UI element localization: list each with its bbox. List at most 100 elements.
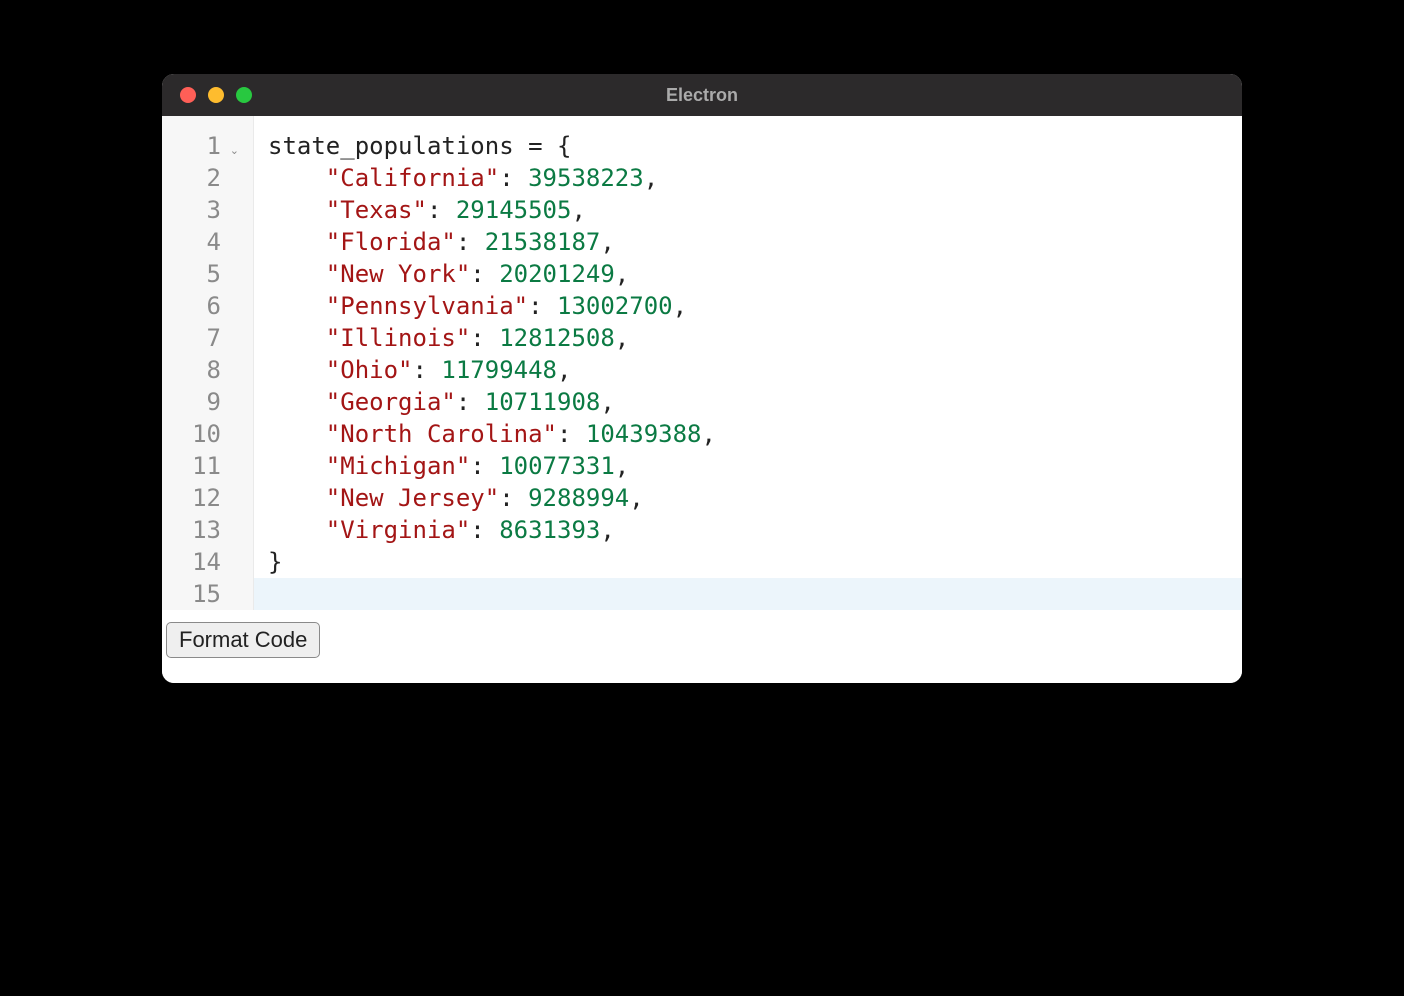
code-colon: : xyxy=(413,356,442,384)
line-number-row: 1⌄ xyxy=(162,130,253,162)
code-string: "Virginia" xyxy=(326,516,471,544)
line-number: 10 xyxy=(192,420,221,448)
code-number: 20201249 xyxy=(499,260,615,288)
editor-gutter: 1⌄23456789101112131415 xyxy=(162,116,254,610)
code-line[interactable]: "New York": 20201249, xyxy=(268,258,1242,290)
maximize-window-button[interactable] xyxy=(236,87,252,103)
code-line[interactable]: "North Carolina": 10439388, xyxy=(268,418,1242,450)
format-code-button[interactable]: Format Code xyxy=(166,622,320,658)
code-comma: , xyxy=(615,260,629,288)
code-number: 9288994 xyxy=(528,484,629,512)
code-line[interactable]: "Virginia": 8631393, xyxy=(268,514,1242,546)
code-line[interactable]: "California": 39538223, xyxy=(268,162,1242,194)
line-number-row: 3 xyxy=(162,194,253,226)
code-line[interactable]: "Florida": 21538187, xyxy=(268,226,1242,258)
line-number: 3 xyxy=(207,196,221,224)
code-brace: { xyxy=(557,132,571,160)
line-number: 11 xyxy=(192,452,221,480)
line-number: 4 xyxy=(207,228,221,256)
code-identifier: state_populations xyxy=(268,132,514,160)
code-colon: : xyxy=(499,164,528,192)
code-operator: = xyxy=(514,132,557,160)
code-line[interactable]: "Ohio": 11799448, xyxy=(268,354,1242,386)
window-content: 1⌄23456789101112131415 state_populations… xyxy=(162,116,1242,683)
code-line[interactable]: "Michigan": 10077331, xyxy=(268,450,1242,482)
code-brace: } xyxy=(268,548,282,576)
line-number-row: 11 xyxy=(162,450,253,482)
line-number-row: 8 xyxy=(162,354,253,386)
line-number-row: 9 xyxy=(162,386,253,418)
line-number-row: 2 xyxy=(162,162,253,194)
line-number-row: 13 xyxy=(162,514,253,546)
code-line[interactable]: "Pennsylvania": 13002700, xyxy=(268,290,1242,322)
code-comma: , xyxy=(600,516,614,544)
line-number: 7 xyxy=(207,324,221,352)
code-string: "California" xyxy=(326,164,499,192)
code-string: "Georgia" xyxy=(326,388,456,416)
code-line[interactable]: "Illinois": 12812508, xyxy=(268,322,1242,354)
code-colon: : xyxy=(456,388,485,416)
line-number: 1 xyxy=(207,132,221,160)
code-string: "New Jersey" xyxy=(326,484,499,512)
code-comma: , xyxy=(615,324,629,352)
line-number: 12 xyxy=(192,484,221,512)
code-colon: : xyxy=(456,228,485,256)
line-number: 14 xyxy=(192,548,221,576)
line-number: 8 xyxy=(207,356,221,384)
window-title: Electron xyxy=(666,85,738,106)
code-number: 11799448 xyxy=(441,356,557,384)
code-line[interactable]: "New Jersey": 9288994, xyxy=(268,482,1242,514)
window-titlebar[interactable]: Electron xyxy=(162,74,1242,116)
code-string: "Pennsylvania" xyxy=(326,292,528,320)
code-number: 29145505 xyxy=(456,196,572,224)
traffic-lights xyxy=(180,87,252,103)
code-comma: , xyxy=(644,164,658,192)
code-line[interactable]: "Georgia": 10711908, xyxy=(268,386,1242,418)
code-comma: , xyxy=(701,420,715,448)
line-number-row: 7 xyxy=(162,322,253,354)
code-comma: , xyxy=(600,388,614,416)
app-window: Electron 1⌄23456789101112131415 state_po… xyxy=(162,74,1242,683)
line-number-row: 4 xyxy=(162,226,253,258)
fold-arrow-icon[interactable]: ⌄ xyxy=(230,144,239,157)
line-number-row: 15 xyxy=(162,578,253,610)
code-comma: , xyxy=(629,484,643,512)
line-number-row: 5 xyxy=(162,258,253,290)
code-line[interactable]: state_populations = { xyxy=(268,130,1242,162)
code-number: 10439388 xyxy=(586,420,702,448)
code-comma: , xyxy=(600,228,614,256)
line-number-row: 12 xyxy=(162,482,253,514)
code-colon: : xyxy=(557,420,586,448)
code-number: 10077331 xyxy=(499,452,615,480)
code-string: "Illinois" xyxy=(326,324,471,352)
line-number: 2 xyxy=(207,164,221,192)
minimize-window-button[interactable] xyxy=(208,87,224,103)
line-number: 6 xyxy=(207,292,221,320)
code-number: 10711908 xyxy=(485,388,601,416)
line-number-row: 10 xyxy=(162,418,253,450)
code-colon: : xyxy=(499,484,528,512)
code-line[interactable]: } xyxy=(268,546,1242,578)
code-comma: , xyxy=(571,196,585,224)
code-string: "North Carolina" xyxy=(326,420,557,448)
code-comma: , xyxy=(557,356,571,384)
close-window-button[interactable] xyxy=(180,87,196,103)
line-number: 15 xyxy=(192,580,221,608)
code-editor[interactable]: 1⌄23456789101112131415 state_populations… xyxy=(162,116,1242,610)
code-string: "Ohio" xyxy=(326,356,413,384)
editor-code-area[interactable]: state_populations = { "California": 3953… xyxy=(254,116,1242,610)
code-line[interactable]: "Texas": 29145505, xyxy=(268,194,1242,226)
code-number: 39538223 xyxy=(528,164,644,192)
line-number-row: 14 xyxy=(162,546,253,578)
code-number: 8631393 xyxy=(499,516,600,544)
line-number: 13 xyxy=(192,516,221,544)
code-number: 13002700 xyxy=(557,292,673,320)
code-comma: , xyxy=(615,452,629,480)
code-colon: : xyxy=(528,292,557,320)
code-line[interactable] xyxy=(254,578,1242,610)
code-string: "New York" xyxy=(326,260,471,288)
code-comma: , xyxy=(673,292,687,320)
line-number-row: 6 xyxy=(162,290,253,322)
code-colon: : xyxy=(470,452,499,480)
code-colon: : xyxy=(427,196,456,224)
